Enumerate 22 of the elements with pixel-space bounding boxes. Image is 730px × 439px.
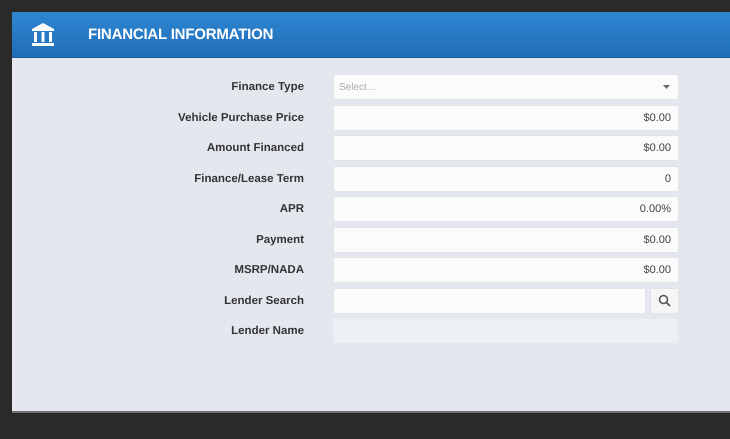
input-field[interactable] [333, 288, 646, 314]
search-button[interactable] [650, 288, 679, 314]
search-icon [658, 294, 671, 307]
input-field[interactable]: $0.00 [333, 257, 679, 283]
dropdown-placeholder: Select... [339, 82, 376, 92]
input-field[interactable]: 0 [333, 166, 679, 192]
input-field[interactable]: $0.00 [333, 226, 679, 252]
field-label: Lender Search [223, 294, 305, 306]
input-field[interactable]: $0.00 [333, 135, 679, 161]
field-label: Payment [255, 234, 305, 246]
field-label: Lender Name [230, 325, 305, 337]
input-field[interactable]: 0.00% [333, 196, 679, 222]
field-label: Finance/Lease Term [193, 172, 305, 184]
field-label: Amount Financed [206, 142, 305, 154]
field-label: Vehicle Purchase Price [177, 112, 305, 124]
input-field[interactable]: $0.00 [333, 104, 679, 130]
caret-icon [663, 85, 670, 89]
field-label: Finance Type [230, 81, 305, 93]
bank-icon [30, 22, 56, 48]
panel-title: FINANCIAL INFORMATION [88, 26, 274, 43]
field-label: APR [278, 203, 305, 215]
field-label: MSRP/NADA [233, 264, 305, 276]
